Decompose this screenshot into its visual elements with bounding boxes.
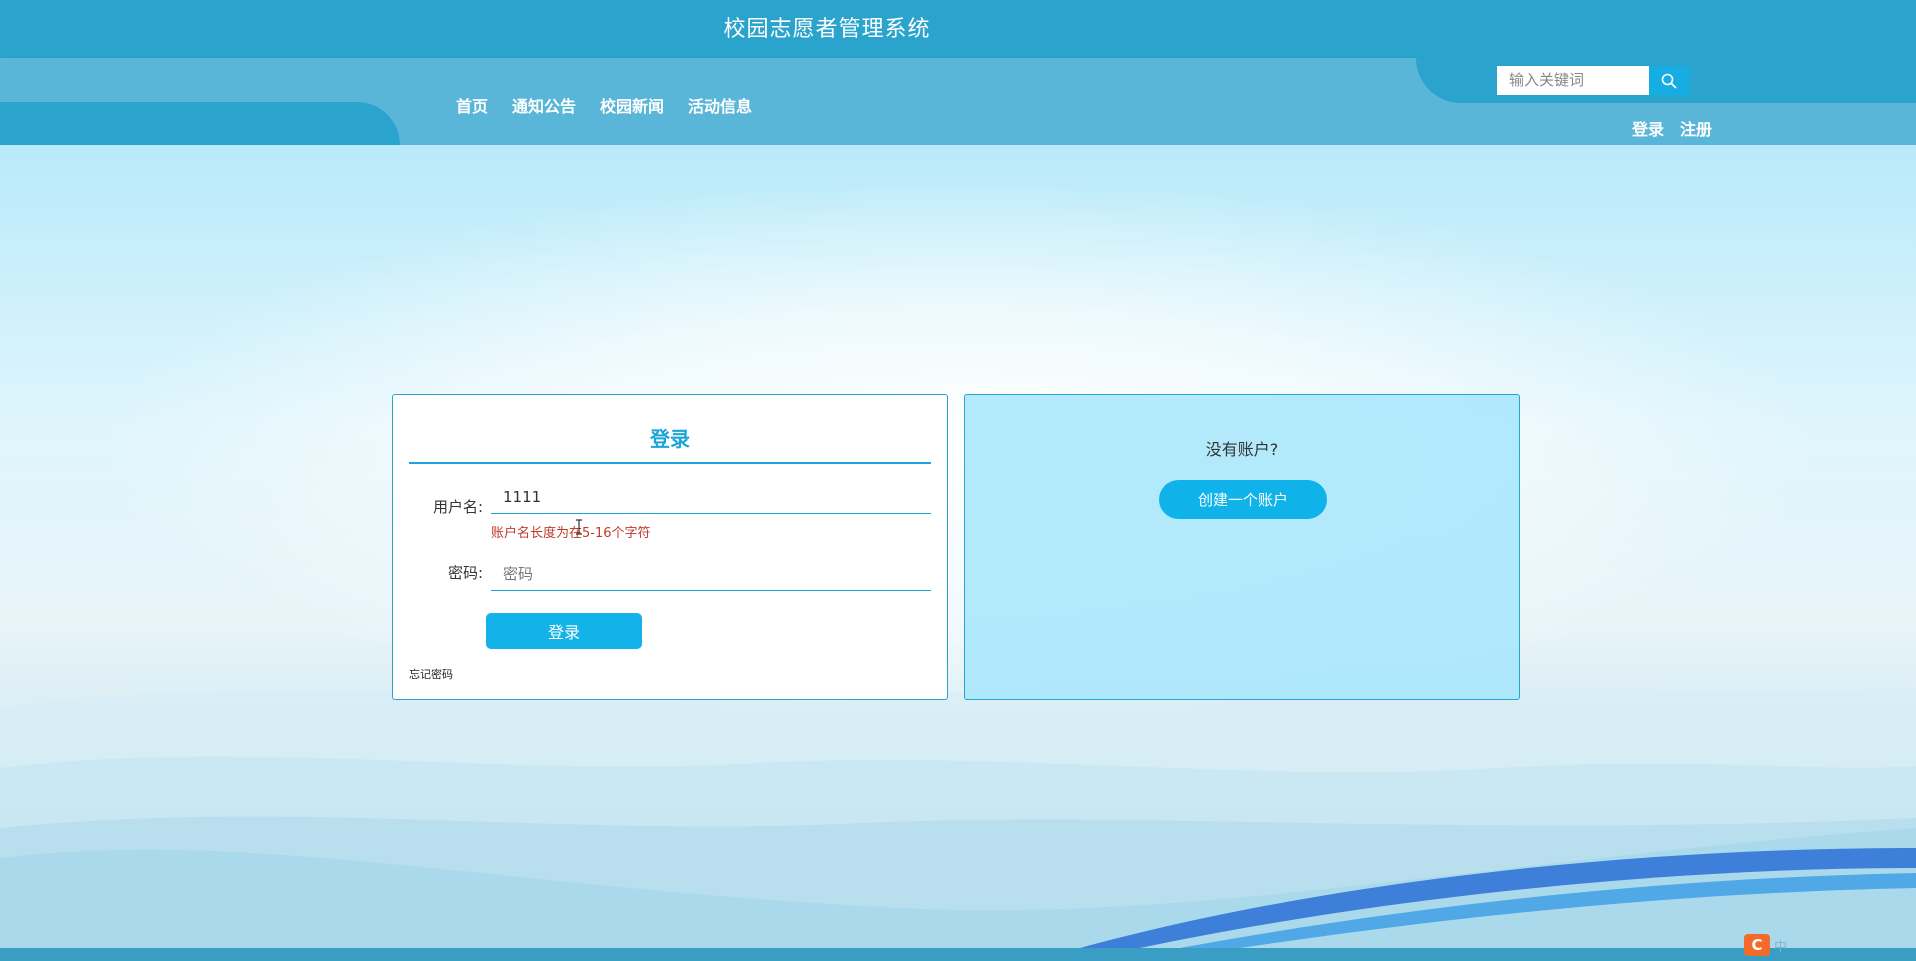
username-label: 用户名: — [432, 498, 483, 516]
search-button[interactable] — [1649, 66, 1689, 95]
header-login-link[interactable]: 登录 — [1632, 116, 1664, 140]
watermark: C 中 — [1744, 934, 1787, 956]
username-error-message: 账户名长度为在5-16个字符 — [491, 526, 651, 541]
page-background — [0, 145, 1916, 948]
auth-links: 登录 注册 — [1632, 116, 1712, 140]
nav-item-notices[interactable]: 通知公告 — [512, 93, 576, 117]
csdn-logo-icon: C — [1744, 934, 1770, 956]
nav-item-home[interactable]: 首页 — [456, 93, 488, 117]
nav-item-news[interactable]: 校园新闻 — [600, 93, 664, 117]
forgot-password-link[interactable]: 忘记密码 — [409, 666, 453, 682]
header-top-band — [0, 0, 1916, 58]
site-title: 校园志愿者管理系统 — [723, 17, 931, 42]
watermark-text: 中 — [1774, 939, 1788, 955]
nav-left-decoration — [0, 102, 400, 145]
header-register-link[interactable]: 注册 — [1680, 116, 1712, 140]
login-title-divider — [409, 462, 931, 464]
wave-landscape — [0, 685, 1916, 948]
password-field[interactable] — [491, 557, 931, 591]
text-cursor-icon — [576, 519, 582, 535]
register-panel: 没有账户? 创建一个账户 — [964, 394, 1520, 700]
search-icon — [1661, 73, 1677, 88]
footer-band — [0, 948, 1916, 961]
create-account-button[interactable]: 创建一个账户 — [1159, 480, 1327, 519]
password-label: 密码: — [447, 564, 483, 582]
username-field[interactable] — [491, 480, 931, 514]
nav-item-activities[interactable]: 活动信息 — [688, 93, 752, 117]
login-title: 登录 — [650, 427, 690, 451]
login-submit-button[interactable]: 登录 — [486, 613, 642, 649]
login-panel: 登录 用户名: 账户名长度为在5-16个字符 密码: 登录 忘记密码 — [392, 394, 948, 700]
no-account-prompt: 没有账户? — [1205, 440, 1279, 459]
main-nav: 首页 通知公告 校园新闻 活动信息 — [456, 93, 752, 117]
search-input[interactable] — [1497, 66, 1649, 95]
